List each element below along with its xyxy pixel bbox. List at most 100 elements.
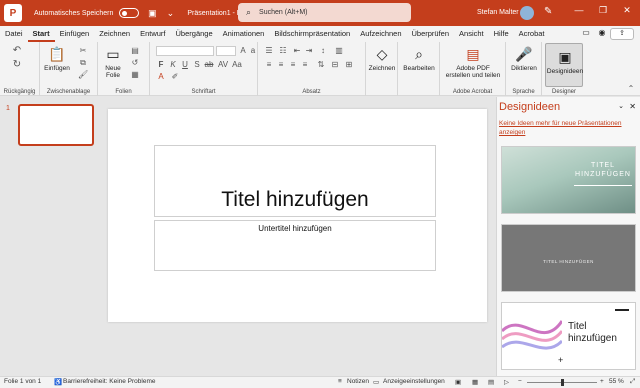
zoom-in-icon[interactable]: + — [600, 378, 604, 385]
close-button[interactable]: ✕ — [620, 5, 634, 16]
columns-icon[interactable]: ▥ — [334, 46, 344, 56]
shrink-font-icon[interactable]: a — [248, 46, 258, 56]
title-placeholder[interactable]: Titel hinzufügen — [154, 145, 436, 217]
font-size-select[interactable] — [216, 46, 236, 56]
share-button[interactable]: ⇪ — [610, 28, 634, 40]
new-slide-button[interactable]: ▭ Neue Folie — [102, 45, 124, 79]
design-idea-1-line — [574, 185, 632, 186]
numbering-icon[interactable]: ☷ — [278, 46, 288, 56]
tab-1[interactable]: Start — [27, 26, 55, 42]
search-input[interactable]: ⌕ Suchen (Alt+M) — [238, 3, 411, 22]
display-settings-button[interactable]: Anzeigeeinstellungen — [383, 378, 445, 385]
tab-7[interactable]: Bildschirmpräsentation — [269, 26, 355, 42]
quick-access-dropdown-icon[interactable]: ⌄ — [165, 8, 175, 18]
reading-view-icon[interactable]: ▤ — [488, 378, 494, 386]
change-case-button[interactable]: Aa — [232, 60, 242, 70]
tab-0[interactable]: Datei — [0, 26, 28, 42]
smartart-icon[interactable]: ⊞ — [344, 60, 354, 70]
collapse-ribbon-icon[interactable]: ⌃ — [626, 84, 636, 94]
tab-3[interactable]: Zeichnen — [94, 26, 135, 42]
designer-button[interactable]: ▣ Designideen — [545, 43, 583, 87]
designer-label: Designideen — [546, 68, 584, 75]
strikethrough-button[interactable]: ab — [204, 60, 214, 70]
increase-indent-icon[interactable]: ⇥ — [304, 46, 314, 56]
notes-button[interactable]: Notizen — [347, 378, 369, 385]
pane-options-icon[interactable]: ⌄ — [618, 102, 624, 110]
display-icon[interactable]: ▭ — [373, 378, 379, 386]
tab-11[interactable]: Hilfe — [489, 26, 514, 42]
tab-12[interactable]: Acrobat — [514, 26, 550, 42]
font-color-button[interactable]: A — [156, 72, 166, 82]
accessibility-icon[interactable]: ♿ — [54, 378, 62, 386]
edit-button[interactable]: ⌕ Bearbeiten — [400, 45, 438, 72]
save-icon[interactable]: ▣ — [147, 8, 157, 18]
minimize-button[interactable]: — — [572, 5, 586, 15]
tab-10[interactable]: Ansicht — [454, 26, 489, 42]
no-more-ideas-link[interactable]: Keine Ideen mehr für neue Präsentationen… — [499, 119, 629, 137]
subtitle-placeholder[interactable]: Untertitel hinzufügen — [154, 220, 436, 271]
format-painter-icon[interactable]: 🖌 — [78, 70, 88, 80]
autosave-toggle[interactable] — [119, 8, 140, 18]
close-icon[interactable]: ✕ — [629, 102, 636, 111]
zoom-out-icon[interactable]: − — [518, 378, 522, 385]
avatar[interactable] — [520, 6, 534, 20]
align-left-icon[interactable]: ≡ — [264, 60, 274, 70]
adobe-pdf-button[interactable]: ▤ Adobe PDF erstellen und teilen — [442, 45, 504, 79]
tab-5[interactable]: Übergänge — [171, 26, 218, 42]
justify-icon[interactable]: ≡ — [300, 60, 310, 70]
group-label-clipboard: Zwischenablage — [46, 89, 91, 95]
comments-icon[interactable]: ▭ — [580, 28, 592, 40]
tab-9[interactable]: Überprüfen — [407, 26, 455, 42]
pen-icon[interactable]: ✎ — [544, 6, 552, 17]
layout-icon[interactable]: ▤ — [130, 46, 140, 56]
char-spacing-button[interactable]: AV — [218, 60, 228, 70]
slide-canvas[interactable]: Titel hinzufügen Untertitel hinzufügen — [108, 109, 487, 322]
tab-2[interactable]: Einfügen — [55, 26, 95, 42]
accessibility-status[interactable]: Barrierefreiheit: Keine Probleme — [63, 378, 156, 385]
dictate-button[interactable]: 🎤 Diktieren — [508, 45, 540, 72]
user-name[interactable]: Stefan Malter — [477, 9, 519, 16]
redo-icon[interactable]: ↻ — [12, 60, 22, 70]
tab-4[interactable]: Entwurf — [135, 26, 170, 42]
align-center-icon[interactable]: ≡ — [276, 60, 286, 70]
ribbon: ↶ ↻ Rückgängig 📋 Einfügen ✂ ⧉ 🖌 Zwischen… — [0, 42, 640, 96]
group-clipboard: 📋 Einfügen ✂ ⧉ 🖌 Zwischenablage — [40, 42, 98, 96]
text-direction-icon[interactable]: ⇅ — [316, 60, 326, 70]
line-spacing-icon[interactable]: ↕ — [318, 46, 328, 56]
shadow-button[interactable]: S — [192, 60, 202, 70]
underline-button[interactable]: U — [180, 60, 190, 70]
paste-button[interactable]: 📋 Einfügen — [44, 45, 70, 72]
decrease-indent-icon[interactable]: ⇤ — [292, 46, 302, 56]
normal-view-icon[interactable]: ▣ — [455, 378, 461, 386]
align-text-icon[interactable]: ⊟ — [330, 60, 340, 70]
grow-font-icon[interactable]: A — [238, 46, 248, 56]
design-idea-2[interactable]: TITEL HINZUFÜGEN — [501, 224, 636, 292]
align-right-icon[interactable]: ≡ — [288, 60, 298, 70]
group-font: A a F K U S ab AV Aa A ✐ Schriftart — [150, 42, 258, 96]
slide-thumbnail[interactable] — [18, 104, 94, 146]
fit-slide-icon[interactable]: ⤢ — [630, 378, 635, 386]
tab-8[interactable]: Aufzeichnen — [355, 26, 406, 42]
undo-icon[interactable]: ↶ — [12, 46, 22, 56]
copy-icon[interactable]: ⧉ — [78, 58, 88, 68]
cut-icon[interactable]: ✂ — [78, 46, 88, 56]
tab-6[interactable]: Animationen — [218, 26, 270, 42]
notes-icon[interactable]: ≡ — [338, 378, 342, 385]
design-idea-1[interactable]: TITEL HINZUFÜGEN — [501, 146, 636, 214]
bullets-icon[interactable]: ☰ — [264, 46, 274, 56]
draw-button[interactable]: ◇ Zeichnen — [366, 45, 398, 72]
record-icon[interactable]: ◉ — [596, 28, 608, 40]
slide-sorter-icon[interactable]: ▦ — [472, 378, 478, 386]
bold-button[interactable]: F — [156, 60, 166, 70]
highlight-icon[interactable]: ✐ — [170, 72, 180, 82]
restore-button[interactable]: ❐ — [596, 5, 610, 16]
section-icon[interactable]: ▦ — [130, 70, 140, 80]
font-family-select[interactable] — [156, 46, 214, 56]
reset-icon[interactable]: ↺ — [130, 58, 140, 68]
slideshow-icon[interactable]: ▷ — [504, 378, 509, 386]
zoom-slider-thumb[interactable] — [561, 379, 564, 386]
zoom-level[interactable]: 55 % — [609, 378, 624, 385]
microphone-icon: 🎤 — [515, 46, 533, 62]
italic-button[interactable]: K — [168, 60, 178, 70]
design-idea-3[interactable]: Titel hinzufügen + — [501, 302, 636, 370]
